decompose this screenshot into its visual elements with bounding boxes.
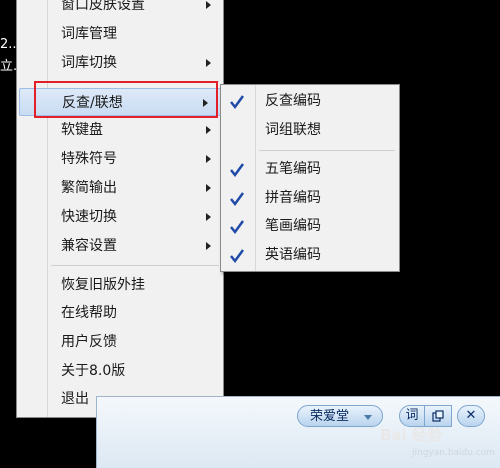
menu-item-feedback[interactable]: 用户反馈 <box>17 328 223 356</box>
mode-label: 词 <box>405 408 419 423</box>
menu-item-label: 特殊符号 <box>61 151 117 167</box>
submenu-arrow-icon <box>206 242 211 250</box>
submenu-item-english-code[interactable]: 英语编码 <box>221 241 399 269</box>
menu-item-label: 关于8.0版 <box>61 363 126 379</box>
menu-item-soft-keyboard[interactable]: 软键盘 <box>17 116 223 144</box>
submenu-item-label: 五笔编码 <box>265 161 321 177</box>
dropdown-arrow-icon <box>364 415 372 420</box>
submenu-item-label: 笔画编码 <box>265 218 321 234</box>
menu-item-lexicon-switch[interactable]: 词库切换 <box>17 49 223 77</box>
menu-item-label: 窗口皮肤设置 <box>61 0 145 13</box>
menu-separator <box>51 265 219 266</box>
submenu-item-label: 拼音编码 <box>265 190 321 206</box>
submenu-arrow-icon <box>206 126 211 134</box>
menu-item-label: 在线帮助 <box>61 305 117 321</box>
submenu-item-pinyin-code[interactable]: 拼音编码 <box>221 184 399 212</box>
menu-item-trad-simp-output[interactable]: 繁简输出 <box>17 174 223 202</box>
highlight-annotation-box <box>34 81 218 118</box>
reverse-lookup-submenu: 反查编码 词组联想 五笔编码 拼音编码 笔画编码 英语编码 <box>220 84 400 272</box>
close-button[interactable]: ✕ <box>457 405 485 427</box>
menu-item-label: 软键盘 <box>61 122 103 138</box>
menu-item-skin-settings[interactable]: 窗口皮肤设置 <box>17 0 223 19</box>
menu-item-lexicon-manage[interactable]: 词库管理 <box>17 20 223 48</box>
checkmark-icon <box>230 163 245 178</box>
checkmark-icon <box>230 192 245 207</box>
menu-item-about[interactable]: 关于8.0版 <box>17 357 223 385</box>
submenu-item-label: 反查编码 <box>265 93 321 109</box>
submenu-item-phrase-assoc[interactable]: 词组联想 <box>221 116 399 144</box>
watermark-url: jingyan.baidu.com <box>412 448 496 458</box>
menu-item-restore-plugin[interactable]: 恢复旧版外挂 <box>17 271 223 299</box>
menu-item-label: 退出 <box>61 391 89 407</box>
menu-item-label: 兼容设置 <box>61 238 117 254</box>
submenu-arrow-icon <box>206 155 211 163</box>
user-label: 荣爱堂 <box>310 409 350 424</box>
checkmark-icon <box>230 249 245 264</box>
menu-item-label: 词库管理 <box>61 26 117 42</box>
menu-item-label: 用户反馈 <box>61 334 117 350</box>
submenu-arrow-icon <box>206 213 211 221</box>
menu-item-online-help[interactable]: 在线帮助 <box>17 299 223 327</box>
menu-item-compat-settings[interactable]: 兼容设置 <box>17 232 223 260</box>
menu-item-label: 词库切换 <box>61 55 117 71</box>
user-dropdown-button[interactable]: 荣爱堂 <box>297 405 383 427</box>
menu-item-quick-switch[interactable]: 快速切换 <box>17 203 223 231</box>
submenu-item-label: 英语编码 <box>265 247 321 263</box>
submenu-item-stroke-code[interactable]: 笔画编码 <box>221 212 399 240</box>
copy-icon <box>432 410 444 422</box>
menu-item-label: 恢复旧版外挂 <box>61 277 145 293</box>
submenu-separator <box>259 150 395 151</box>
submenu-arrow-icon <box>206 184 211 192</box>
menu-item-label: 繁简输出 <box>61 180 117 196</box>
submenu-arrow-icon <box>206 59 211 67</box>
submenu-item-reverse-code[interactable]: 反查编码 <box>221 87 399 115</box>
submenu-item-wubi-code[interactable]: 五笔编码 <box>221 155 399 183</box>
checkmark-icon <box>230 95 245 110</box>
watermark-logo: Bai 经验 <box>380 426 442 444</box>
menu-item-special-symbols[interactable]: 特殊符号 <box>17 145 223 173</box>
menu-item-label: 快速切换 <box>61 209 117 225</box>
checkmark-icon <box>230 220 245 235</box>
main-context-menu: 窗口皮肤设置 词库管理 词库切换 反查/联想 软键盘 特殊符号 繁简输出 快速切… <box>16 0 224 418</box>
close-icon: ✕ <box>465 408 477 423</box>
submenu-arrow-icon <box>206 1 211 9</box>
submenu-item-label: 词组联想 <box>265 122 321 138</box>
